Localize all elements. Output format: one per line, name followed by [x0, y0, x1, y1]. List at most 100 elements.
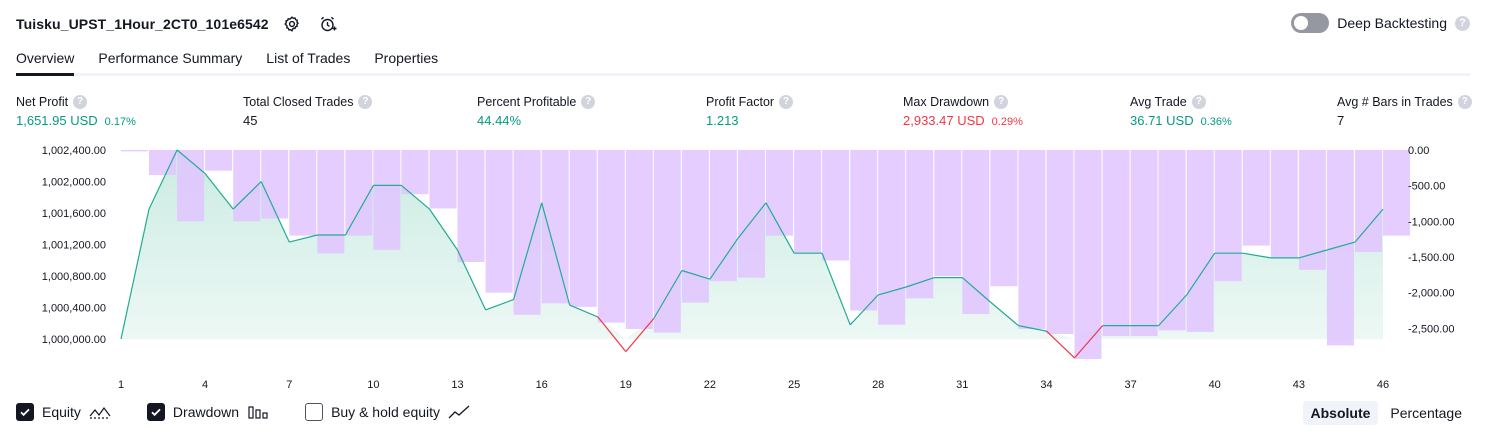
legend-drawdown[interactable]: Drawdown [146, 403, 269, 421]
drawdown-bar [878, 150, 906, 325]
x-tick-label: 7 [286, 379, 292, 391]
metric-label: Profit Factor [706, 94, 775, 109]
help-icon[interactable]: ? [1457, 94, 1472, 109]
drawdown-bar [457, 150, 485, 262]
y-right-tick-label: -1,000.00 [1408, 216, 1454, 228]
drawdown-bar [709, 150, 737, 282]
percentage-button[interactable]: Percentage [1382, 401, 1470, 425]
metric-net-profit: Net Profit? 1,651.95 USD 0.17% [16, 93, 136, 128]
help-icon[interactable]: ? [73, 94, 88, 109]
drawdown-bar [738, 150, 765, 278]
x-tick-label: 31 [956, 379, 968, 391]
metric-percent-profitable: Percent Profitable? 44.44% [477, 93, 596, 128]
metric-value: 44.44% [477, 113, 522, 128]
drawdown-bar [541, 150, 569, 304]
help-icon[interactable]: ? [1191, 94, 1206, 109]
metric-value: 1,651.95 USD [16, 113, 98, 128]
drawdown-bar [205, 150, 233, 171]
metric-value: 45 [243, 113, 258, 128]
help-icon[interactable]: ? [779, 94, 794, 109]
metric-label: Total Closed Trades [243, 94, 354, 109]
drawdown-bar [681, 150, 709, 303]
help-icon[interactable]: ? [1455, 15, 1470, 31]
drawdown-bar [653, 150, 681, 333]
drawdown-bar [597, 150, 625, 323]
drawdown-checkbox[interactable] [146, 403, 165, 421]
drawdown-bar [401, 150, 429, 195]
x-tick-label: 28 [872, 379, 884, 391]
metric-label: Net Profit [16, 94, 69, 109]
help-icon[interactable]: ? [581, 94, 596, 109]
drawdown-bar [1130, 150, 1158, 337]
alarm-clock-plus-icon[interactable] [315, 12, 341, 36]
drawdown-bar [345, 150, 373, 236]
metric-value: 2,933.47 USD [903, 113, 985, 128]
x-tick-label: 19 [620, 379, 632, 391]
x-tick-label: 37 [1124, 379, 1136, 391]
chart-legend: Equity Drawdown Buy & hold equity [16, 403, 506, 421]
drawdown-bar [485, 150, 513, 293]
drawdown-bar [766, 150, 793, 236]
report-header: Tuisku_UPST_1Hour_2CT0_101e6542 [16, 12, 341, 36]
help-icon[interactable]: ? [358, 94, 373, 109]
metric-avg-trade: Avg Trade? 36.71 USD 0.36% [1130, 93, 1232, 128]
legend-label: Drawdown [172, 404, 240, 420]
strategy-title: Tuisku_UPST_1Hour_2CT0_101e6542 [16, 16, 269, 32]
tab-overview[interactable]: Overview [16, 46, 75, 76]
metric-avg-bars-in-trades: Avg # Bars in Trades? 7 [1337, 93, 1472, 128]
x-tick-label: 43 [1293, 379, 1305, 391]
y-left-tick-label: 1,000,400.00 [42, 303, 106, 315]
legend-buy-hold[interactable]: Buy & hold equity [305, 403, 470, 421]
tab-performance-summary[interactable]: Performance Summary [98, 46, 242, 76]
drawdown-bar [569, 150, 597, 307]
x-tick-label: 34 [1040, 379, 1052, 391]
drawdown-bar [1074, 150, 1102, 359]
legend-equity[interactable]: Equity [16, 403, 111, 421]
drawdown-bar [850, 150, 878, 311]
x-tick-label: 25 [788, 379, 800, 391]
metrics-row: Net Profit? 1,651.95 USD 0.17% Total Clos… [0, 93, 1486, 133]
drawdown-bar [1018, 150, 1046, 329]
metric-percent: 0.36% [1200, 116, 1232, 128]
equity-line-icon [89, 404, 111, 420]
y-left-tick-label: 1,000,800.00 [42, 271, 106, 283]
equity-drawdown-chart[interactable]: 1,002,400.00 1,002,000.00 1,001,600.00 1,00… [0, 138, 1486, 398]
y-right-tick-label: -1,500.00 [1408, 252, 1454, 264]
drawdown-bar [1186, 150, 1214, 332]
metric-label: Avg # Bars in Trades [1337, 94, 1453, 109]
deep-backtesting-label: Deep Backtesting [1337, 15, 1447, 31]
drawdown-bars-icon [247, 404, 269, 420]
equity-checkbox[interactable] [16, 403, 34, 421]
drawdown-bar [1383, 150, 1410, 236]
metric-label: Max Drawdown [903, 94, 990, 109]
gear-icon[interactable] [279, 12, 305, 36]
x-tick-label: 22 [704, 379, 716, 391]
y-left-tick-label: 1,002,400.00 [42, 145, 106, 157]
y-right-tick-label: -2,000.00 [1408, 288, 1454, 300]
drawdown-bar [373, 150, 401, 250]
report-tabs: Overview Performance Summary List of Tra… [16, 46, 1470, 76]
tab-properties[interactable]: Properties [374, 46, 438, 76]
drawdown-bar [1326, 150, 1354, 346]
drawdown-bar [1242, 150, 1270, 246]
legend-label: Equity [42, 404, 81, 420]
drawdown-bar [513, 150, 541, 315]
drawdown-bar [990, 150, 1018, 287]
deep-backtesting-toggle[interactable] [1291, 13, 1330, 33]
help-icon[interactable]: ? [994, 94, 1009, 109]
y-left-tick-label: 1,001,600.00 [42, 208, 106, 220]
metric-percent: 0.17% [104, 116, 136, 128]
drawdown-bar [261, 150, 289, 219]
x-tick-label: 46 [1377, 379, 1389, 391]
buy-hold-checkbox[interactable] [305, 403, 324, 421]
tab-list-of-trades[interactable]: List of Trades [266, 46, 350, 76]
drawdown-bar [1102, 150, 1130, 337]
legend-label: Buy & hold equity [331, 404, 441, 420]
metric-value: 1.213 [706, 113, 739, 128]
y-left-tick-label: 1,002,000.00 [42, 177, 106, 189]
drawdown-bar [1158, 150, 1186, 331]
metric-total-closed-trades: Total Closed Trades? 45 [243, 93, 373, 128]
absolute-button[interactable]: Absolute [1302, 401, 1379, 425]
drawdown-bar [822, 150, 850, 261]
metric-label: Percent Profitable [477, 94, 577, 109]
